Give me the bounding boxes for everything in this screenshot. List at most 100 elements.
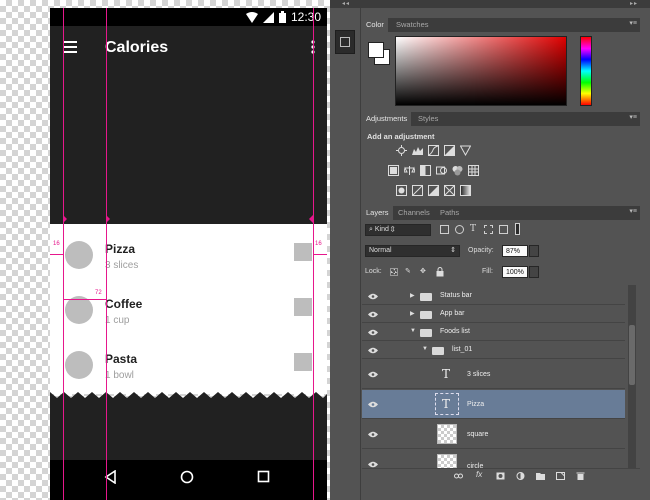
- visibility-eye-icon[interactable]: [368, 371, 378, 378]
- new-layer-icon[interactable]: [556, 472, 565, 480]
- layer-row-circle[interactable]: circle: [362, 450, 625, 468]
- visibility-eye-icon[interactable]: [368, 431, 378, 438]
- tab-channels[interactable]: Channels: [394, 206, 434, 220]
- folder-icon: [420, 293, 432, 301]
- channel-mixer-icon[interactable]: [452, 165, 463, 176]
- layers-list: ▶ Status bar ▶ App bar ▼ Foods list ▼ li…: [362, 285, 625, 468]
- content-area: [50, 398, 327, 460]
- exposure-icon[interactable]: [444, 145, 455, 156]
- filter-adjustment-icon[interactable]: [455, 225, 464, 234]
- layer-row-pizza[interactable]: T Pizza: [362, 390, 625, 419]
- layers-scrollbar[interactable]: [628, 285, 636, 468]
- filter-shape-icon[interactable]: [484, 225, 493, 234]
- visibility-eye-icon[interactable]: [368, 347, 378, 354]
- layer-name: App bar: [440, 310, 465, 317]
- selective-color-icon[interactable]: [444, 185, 455, 196]
- list-item[interactable]: Pizza 3 slices: [50, 234, 327, 289]
- blend-mode-value: Normal: [369, 247, 392, 254]
- filter-toggle-icon[interactable]: [515, 223, 520, 235]
- panel-menu-icon[interactable]: ▾≡: [629, 207, 637, 215]
- layer-row-list-01[interactable]: ▼ list_01: [362, 342, 625, 359]
- posterize-icon[interactable]: [412, 185, 423, 196]
- visibility-eye-icon[interactable]: [368, 461, 378, 468]
- hue-slider[interactable]: [580, 36, 592, 106]
- threshold-icon[interactable]: [428, 185, 439, 196]
- gradient-map-icon[interactable]: [460, 185, 471, 196]
- food-thumbnail: [294, 243, 312, 261]
- collapse-dock-icon[interactable]: ◂◂: [342, 0, 350, 7]
- lock-pixels-icon[interactable]: ✎: [405, 266, 411, 278]
- black-white-icon[interactable]: [420, 165, 431, 176]
- visibility-eye-icon[interactable]: [368, 293, 378, 300]
- link-layers-icon[interactable]: [454, 472, 463, 480]
- curves-icon[interactable]: [428, 145, 439, 156]
- filter-smart-object-icon[interactable]: [499, 225, 508, 234]
- layer-row-foods-list[interactable]: ▼ Foods list: [362, 324, 625, 341]
- back-icon[interactable]: [104, 470, 117, 484]
- scrollbar-thumb[interactable]: [629, 325, 635, 385]
- color-lookup-icon[interactable]: [468, 165, 479, 176]
- visibility-eye-icon[interactable]: [368, 401, 378, 408]
- invert-icon[interactable]: [396, 185, 407, 196]
- add-mask-icon[interactable]: [496, 472, 505, 480]
- blend-mode-select[interactable]: Normal ⇕: [365, 245, 460, 257]
- food-name: Pizza: [105, 242, 136, 256]
- phone-mockup: 12:30 Calories Pizza 3 slices Coffee 1 c…: [50, 8, 327, 500]
- history-panel-icon[interactable]: [335, 30, 355, 54]
- new-group-icon[interactable]: [536, 472, 545, 480]
- tab-swatches[interactable]: Swatches: [392, 18, 433, 32]
- fill-dropdown[interactable]: [529, 266, 539, 278]
- lock-transparent-icon[interactable]: [390, 268, 398, 276]
- food-thumbnail: [294, 298, 312, 316]
- layer-name: square: [467, 431, 489, 438]
- expand-toggle-icon[interactable]: ▶: [410, 292, 415, 299]
- filter-pixel-icon[interactable]: [440, 225, 449, 234]
- collapse-toggle-icon[interactable]: ▼: [410, 328, 416, 334]
- hamburger-menu-icon[interactable]: [63, 41, 77, 53]
- tab-adjustments[interactable]: Adjustments: [362, 112, 412, 126]
- expand-dock-icon[interactable]: ▸▸: [630, 0, 638, 7]
- lock-all-icon[interactable]: [436, 267, 444, 277]
- photo-filter-icon[interactable]: [436, 165, 447, 176]
- new-adjustment-icon[interactable]: [516, 472, 525, 480]
- color-spectrum[interactable]: [395, 36, 567, 106]
- vibrance-icon[interactable]: [460, 145, 471, 156]
- layer-row-app-bar[interactable]: ▶ App bar: [362, 306, 625, 323]
- tab-color[interactable]: Color: [362, 18, 388, 32]
- battery-icon: [278, 11, 286, 23]
- layer-filter-kind[interactable]: ⌕ Kind ⇕: [365, 224, 431, 236]
- brightness-contrast-icon[interactable]: [396, 145, 407, 156]
- folder-icon: [420, 329, 432, 337]
- opacity-dropdown[interactable]: [529, 245, 539, 257]
- layer-row-status-bar[interactable]: ▶ Status bar: [362, 288, 625, 305]
- overflow-menu-icon[interactable]: [311, 40, 315, 54]
- levels-icon[interactable]: [412, 145, 423, 156]
- hue-saturation-icon[interactable]: [388, 165, 399, 176]
- list-item[interactable]: Coffee 1 cup: [50, 289, 327, 344]
- tab-paths[interactable]: Paths: [436, 206, 463, 220]
- home-icon[interactable]: [180, 470, 194, 484]
- layer-row-square[interactable]: square: [362, 420, 625, 449]
- fill-input[interactable]: 100%: [502, 266, 528, 278]
- color-balance-icon[interactable]: [404, 165, 415, 176]
- collapse-toggle-icon[interactable]: ▼: [422, 346, 428, 352]
- tab-styles[interactable]: Styles: [414, 112, 442, 126]
- expand-toggle-icon[interactable]: ▶: [410, 310, 415, 317]
- layer-row-3-slices[interactable]: T 3 slices: [362, 360, 625, 389]
- delete-layer-icon[interactable]: [576, 472, 585, 480]
- visibility-eye-icon[interactable]: [368, 311, 378, 318]
- panel-menu-icon[interactable]: ▾≡: [629, 113, 637, 121]
- adjustments-panel: Adjustments Styles ▾≡ Add an adjustment: [362, 112, 640, 204]
- panel-menu-icon[interactable]: ▾≡: [629, 19, 637, 27]
- lock-position-icon[interactable]: ✥: [420, 266, 426, 278]
- guide-label-inset: 72: [95, 290, 102, 296]
- recents-icon[interactable]: [257, 470, 270, 484]
- tab-layers[interactable]: Layers: [362, 206, 393, 220]
- layer-name: Pizza: [467, 401, 485, 408]
- filter-type-icon[interactable]: T: [470, 223, 476, 235]
- visibility-eye-icon[interactable]: [368, 329, 378, 336]
- layer-name: 3 slices: [467, 371, 491, 378]
- opacity-input[interactable]: 87%: [502, 245, 528, 257]
- layer-style-icon[interactable]: fx: [476, 470, 482, 479]
- foreground-color-swatch[interactable]: [368, 42, 384, 58]
